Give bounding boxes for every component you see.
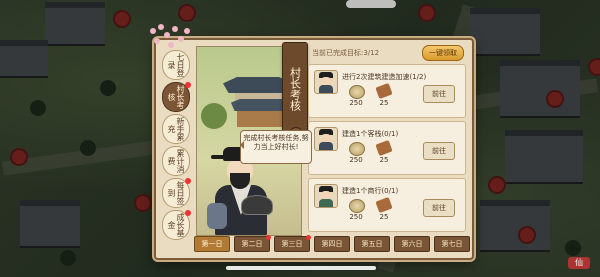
- cherry-blossom-decoration: [148, 24, 192, 58]
- corner-badge[interactable]: 仙: [568, 257, 590, 269]
- side-tab-list: 七日登录 村长考核 新手累充 累计消费 每日签到 成长基金: [162, 50, 191, 246]
- tab-newbie-recharge[interactable]: 新手累充: [162, 114, 190, 144]
- go-button[interactable]: 前往: [423, 142, 455, 160]
- day-tab-6[interactable]: 第六日: [394, 236, 430, 252]
- task-card: 进行2次建筑建造加速(1/2) 250 25 前往: [308, 64, 466, 118]
- task-card: 建造1个商行(0/1) 250 25 前往: [308, 178, 466, 232]
- village-chief-assessment-panel: 七日登录 村长考核 新手累充 累计消费 每日签到 成长基金 完成村长考核任务,努…: [154, 38, 474, 260]
- day-tab-1[interactable]: 第一日: [194, 236, 230, 252]
- reward-value: 250: [349, 156, 363, 164]
- notification-dot: [185, 178, 191, 184]
- cloth-icon: [375, 139, 393, 157]
- task-name: 建造1个客栈(0/1): [342, 130, 399, 138]
- reward-value: 25: [379, 99, 389, 107]
- coin-icon: [349, 85, 365, 99]
- day-tab-7[interactable]: 第七日: [434, 236, 470, 252]
- notification-dot: [185, 210, 191, 216]
- reward-value: 250: [349, 99, 363, 107]
- notification-dot: [306, 235, 311, 240]
- tab-village-chief-assessment[interactable]: 村长考核: [162, 82, 191, 112]
- cloth-icon: [375, 196, 393, 214]
- panel-title: 村长考核 !: [282, 42, 308, 141]
- task-card: 建造1个客栈(0/1) 250 25 前往: [308, 121, 466, 175]
- go-button[interactable]: 前往: [423, 199, 455, 217]
- progress-label: 当前已完成目标:3/12: [312, 49, 380, 57]
- notification-dot: [185, 82, 191, 88]
- speech-bubble: 完成村长考核任务,努力当上好村长!: [240, 130, 312, 164]
- official-avatar: [314, 70, 338, 94]
- go-button[interactable]: 前往: [423, 85, 455, 103]
- coin-icon: [349, 142, 365, 156]
- home-indicator: [226, 266, 376, 270]
- claim-all-button[interactable]: 一键领取: [422, 45, 464, 61]
- task-name: 建造1个商行(0/1): [342, 187, 399, 195]
- day-tab-3[interactable]: 第三日: [274, 235, 311, 252]
- tab-accumulated-spending[interactable]: 累计消费: [162, 146, 190, 176]
- tab-daily-checkin[interactable]: 每日签到: [162, 178, 191, 208]
- day-tab-bar: 第一日 第二日 第三日 第四日 第五日 第六日 第七日: [194, 235, 470, 252]
- status-bar-pill: [346, 0, 396, 8]
- notification-dot: [266, 235, 271, 240]
- day-tab-5[interactable]: 第五日: [354, 236, 390, 252]
- reward-value: 25: [379, 156, 389, 164]
- day-tab-4[interactable]: 第四日: [314, 236, 350, 252]
- cloth-icon: [375, 82, 393, 100]
- tab-growth-fund[interactable]: 成长基金: [162, 210, 191, 240]
- reward-value: 250: [349, 213, 363, 221]
- task-name: 进行2次建筑建造加速(1/2): [342, 73, 427, 81]
- day-tab-2[interactable]: 第二日: [234, 235, 271, 252]
- reward-value: 25: [379, 213, 389, 221]
- coin-icon: [349, 199, 365, 213]
- official-avatar: [314, 184, 338, 208]
- official-avatar: [314, 127, 338, 151]
